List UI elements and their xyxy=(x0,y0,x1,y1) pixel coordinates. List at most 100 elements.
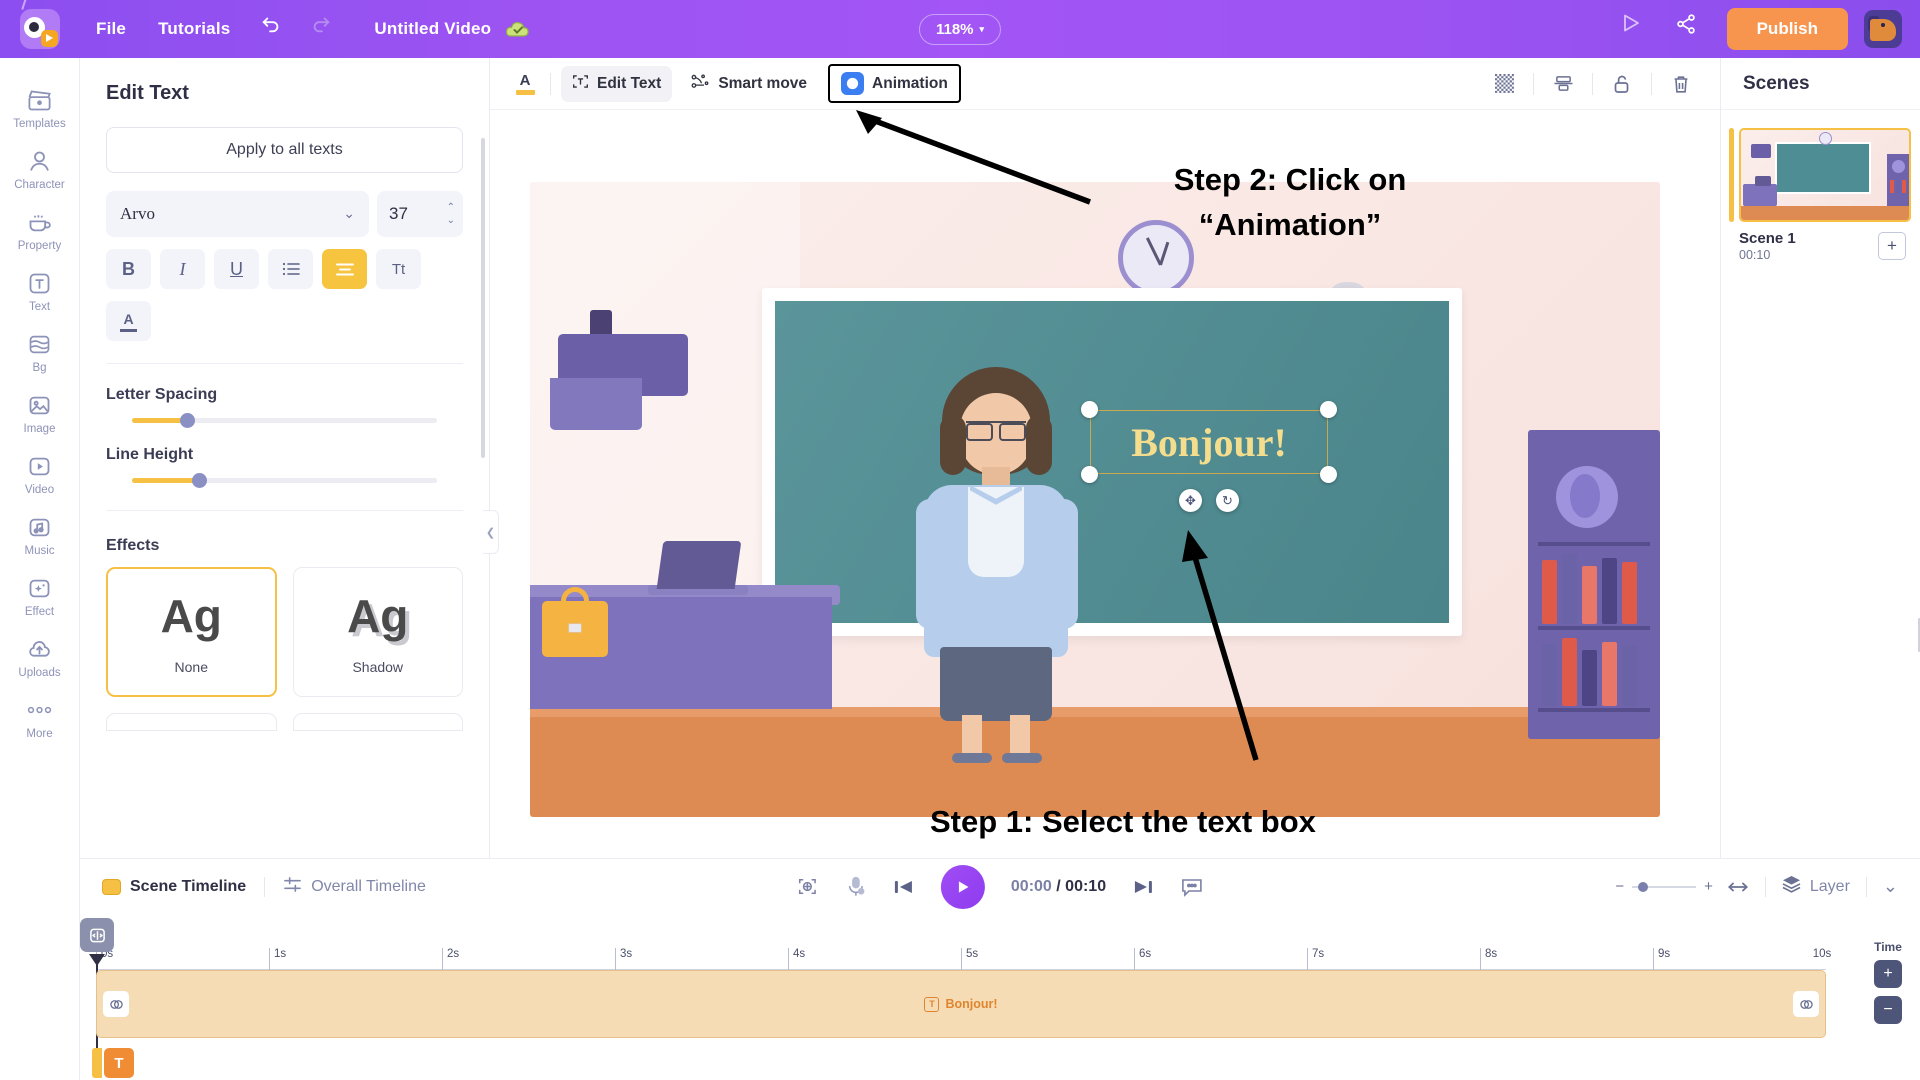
sidebar-item-templates[interactable]: Templates xyxy=(0,76,80,137)
zoom-in-button[interactable]: + xyxy=(1704,878,1713,895)
sidebar-item-property[interactable]: Property xyxy=(0,198,80,259)
effect-card-none[interactable]: Ag None xyxy=(106,567,277,697)
transparency-icon[interactable] xyxy=(1485,68,1523,100)
sidebar-item-character[interactable]: Character xyxy=(0,137,80,198)
skip-previous-icon[interactable] xyxy=(893,877,915,897)
resize-handle-top-left[interactable] xyxy=(1081,401,1098,418)
clip-trim-right[interactable] xyxy=(1793,991,1819,1017)
step-1-annotation: Step 1: Select the text box xyxy=(930,800,1590,845)
sidebar-label-character: Character xyxy=(14,179,65,191)
caption-icon[interactable] xyxy=(1180,876,1204,898)
text-color-swatch-button[interactable]: A xyxy=(510,69,540,99)
expand-horizontal-icon[interactable] xyxy=(1727,880,1749,894)
resize-handle-bottom-left[interactable] xyxy=(1081,466,1098,483)
move-icon[interactable]: ✥ xyxy=(1179,489,1202,512)
timeline-ruler[interactable]: 0s 1s 2s 3s 4s 5s 6s 7s 8s 9s 10s xyxy=(96,948,1831,970)
ruler-tick: 1s xyxy=(269,948,286,970)
apply-to-all-texts-button[interactable]: Apply to all texts xyxy=(106,127,463,173)
effect-card-shadow[interactable]: Ag Shadow xyxy=(292,567,463,697)
sidebar-item-text[interactable]: Text xyxy=(0,259,80,320)
font-size-stepper[interactable]: 37 ⌃ ⌄ xyxy=(377,191,463,237)
time-increase-button[interactable]: + xyxy=(1874,960,1902,988)
music-icon xyxy=(25,512,55,542)
animation-button[interactable]: Animation xyxy=(828,64,961,103)
resize-handle-top-right[interactable] xyxy=(1320,401,1337,418)
italic-button[interactable]: I xyxy=(160,249,205,289)
line-height-slider[interactable] xyxy=(132,473,437,488)
text-clip-icon: T xyxy=(924,996,940,1012)
share-icon[interactable] xyxy=(1661,0,1711,58)
animation-label: Animation xyxy=(872,74,948,92)
track-text-icon[interactable]: T xyxy=(104,1048,134,1078)
list-button[interactable] xyxy=(268,249,313,289)
resize-handle-bottom-right[interactable] xyxy=(1320,466,1337,483)
sidebar-item-image[interactable]: Image xyxy=(0,381,80,442)
sidebar-item-uploads[interactable]: Uploads xyxy=(0,625,80,686)
sidebar-item-video[interactable]: Video xyxy=(0,442,80,503)
tab-overall-timeline[interactable]: Overall Timeline xyxy=(283,876,426,898)
video-title[interactable]: Untitled Video xyxy=(374,19,491,39)
zoom-out-button[interactable]: − xyxy=(1615,878,1624,895)
selected-text-element[interactable]: Bonjour! ✥ ↻ xyxy=(1081,401,1337,512)
app-logo[interactable] xyxy=(0,0,80,49)
effect-card-partial[interactable] xyxy=(292,713,463,731)
chevron-down-icon[interactable]: ⌄ xyxy=(1883,876,1898,897)
preview-play-icon[interactable] xyxy=(1605,0,1657,58)
publish-button[interactable]: Publish xyxy=(1726,8,1848,50)
chevron-up-icon[interactable]: ⌃ xyxy=(447,202,455,213)
align-button[interactable] xyxy=(322,249,367,289)
ruler-tick: 6s xyxy=(1134,948,1151,970)
text-case-button[interactable]: Tt xyxy=(376,249,421,289)
edit-text-button[interactable]: Edit Text xyxy=(561,65,673,102)
smart-move-button[interactable]: Smart move xyxy=(680,66,818,102)
line-height-label: Line Height xyxy=(106,446,194,463)
letter-spacing-slider[interactable] xyxy=(132,413,437,428)
delete-icon[interactable] xyxy=(1662,68,1700,100)
timeline-tracks-area: 0s 1s 2s 3s 4s 5s 6s 7s 8s 9s 10s T Bonj… xyxy=(80,914,1920,1080)
color-letter: A xyxy=(519,72,531,89)
record-voice-icon[interactable] xyxy=(845,875,867,898)
text-color-button[interactable]: A xyxy=(106,301,151,341)
align-icon[interactable] xyxy=(1544,68,1582,100)
scene-meta: Scene 1 00:10 + xyxy=(1739,230,1906,262)
scene-thumbnail[interactable] xyxy=(1739,128,1911,222)
collapse-panel-button[interactable]: ❮ xyxy=(483,510,499,554)
avatar[interactable] xyxy=(1864,10,1902,48)
font-family-select[interactable]: Arvo ⌄ xyxy=(106,191,369,237)
stepper-arrows[interactable]: ⌃ ⌄ xyxy=(447,202,455,226)
fit-to-screen-icon[interactable] xyxy=(796,875,819,898)
rotate-icon[interactable]: ↻ xyxy=(1216,489,1239,512)
tab-scene-timeline[interactable]: Scene Timeline xyxy=(102,878,246,896)
chevron-down-icon[interactable]: ⌄ xyxy=(447,215,455,226)
text-color-label: A xyxy=(123,310,134,327)
timeline-clip[interactable]: T Bonjour! xyxy=(96,970,1826,1038)
edit-text-icon xyxy=(572,73,589,95)
timeline-zoom-slider[interactable]: − + xyxy=(1615,878,1713,895)
effect-card-partial[interactable] xyxy=(106,713,277,731)
redo-icon[interactable] xyxy=(296,0,346,58)
file-menu[interactable]: File xyxy=(80,0,142,58)
add-scene-button[interactable]: + xyxy=(1878,232,1906,260)
time-decrease-button[interactable]: − xyxy=(1874,996,1902,1024)
play-button[interactable] xyxy=(940,864,985,909)
playhead-marker xyxy=(89,954,105,966)
divider xyxy=(106,510,463,511)
playhead-handle[interactable] xyxy=(80,918,114,952)
sidebar-item-music[interactable]: Music xyxy=(0,503,80,564)
slide-preview[interactable]: Bonjour! ✥ ↻ xyxy=(530,182,1660,817)
sidebar-item-bg[interactable]: Bg xyxy=(0,320,80,381)
sidebar-label-image: Image xyxy=(23,423,56,435)
bold-button[interactable]: B xyxy=(106,249,151,289)
unlock-icon[interactable] xyxy=(1603,68,1641,100)
layer-button[interactable]: Layer xyxy=(1782,875,1850,898)
sidebar-item-more[interactable]: More xyxy=(0,686,80,747)
sidebar-item-effect[interactable]: Effect xyxy=(0,564,80,625)
skip-next-icon[interactable] xyxy=(1132,877,1154,897)
underline-button[interactable]: U xyxy=(214,249,259,289)
tutorials-menu[interactable]: Tutorials xyxy=(142,0,246,58)
text-color-row: A xyxy=(106,301,463,341)
clip-trim-left[interactable] xyxy=(103,991,129,1017)
undo-icon[interactable] xyxy=(246,0,296,58)
panel-scrollbar[interactable] xyxy=(481,138,485,458)
zoom-level-selector[interactable]: 118% ▾ xyxy=(918,13,1002,45)
